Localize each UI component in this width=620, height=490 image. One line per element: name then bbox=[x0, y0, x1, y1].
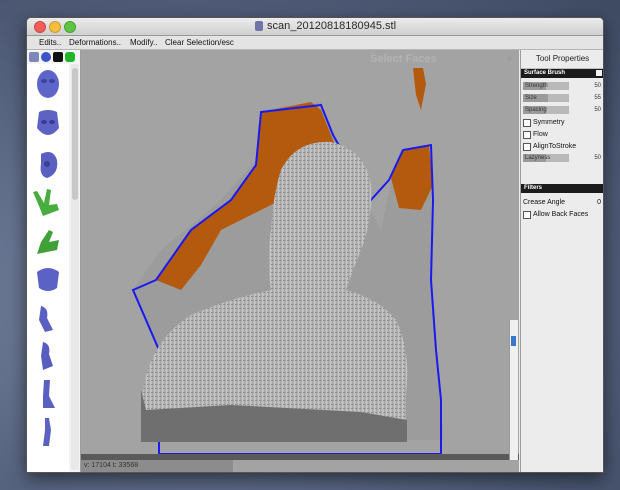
deformations-menu[interactable]: Deformations.. bbox=[69, 36, 121, 49]
brush-list-scrollbar[interactable] bbox=[71, 64, 79, 470]
allow-back-faces-check-box[interactable] bbox=[523, 211, 531, 219]
size-slider[interactable]: Size 55 bbox=[523, 94, 602, 102]
crease-angle-label: Crease Angle bbox=[523, 199, 566, 206]
figure-brush-icon[interactable] bbox=[31, 416, 65, 450]
spacing-label: Spacing bbox=[525, 107, 547, 113]
spacing-slider[interactable]: Spacing 50 bbox=[523, 106, 602, 114]
document-icon bbox=[255, 21, 263, 31]
status-bar: v: 17104 t: 33568 bbox=[81, 460, 233, 472]
figure-tab-icon[interactable] bbox=[29, 52, 39, 62]
tool-properties-panel: Tool Properties Surface Brush Strength 5… bbox=[520, 50, 603, 472]
clear-selection-button[interactable]: Clear Selection/esc bbox=[165, 36, 234, 49]
crease-angle-value: 0 bbox=[597, 199, 601, 206]
title-bar[interactable]: scan_20120818180945.stl bbox=[27, 18, 603, 36]
brush-toolbox bbox=[27, 50, 81, 472]
lazyness-slider[interactable]: Lazyness 50 bbox=[523, 154, 602, 162]
align-check-box[interactable] bbox=[523, 143, 531, 151]
select-faces-title: Select Faces bbox=[370, 53, 437, 65]
spacing-value: 50 bbox=[594, 107, 601, 113]
minimize-window-button[interactable] bbox=[49, 21, 61, 33]
sphere-tab-icon[interactable] bbox=[41, 52, 51, 62]
symmetry-check-box[interactable] bbox=[523, 119, 531, 127]
select-faces-panel[interactable]: Select Faces + bbox=[370, 52, 516, 66]
viewport-scrollbar[interactable] bbox=[509, 320, 518, 460]
flow-check-box[interactable] bbox=[523, 131, 531, 139]
size-label: Size bbox=[525, 95, 537, 101]
size-value: 55 bbox=[594, 95, 601, 101]
torso-brush-icon[interactable] bbox=[31, 262, 65, 296]
app-window: scan_20120818180945.stl Edits.. Deformat… bbox=[26, 17, 604, 473]
material-tab-icon[interactable] bbox=[53, 52, 63, 62]
hand-thumb-brush-icon[interactable] bbox=[31, 224, 65, 258]
hand-peace-brush-icon[interactable] bbox=[31, 186, 65, 220]
surface-brush-header[interactable]: Surface Brush bbox=[521, 69, 603, 78]
model-canvas[interactable] bbox=[81, 50, 519, 472]
crease-angle-row[interactable]: Crease Angle 0 bbox=[523, 198, 602, 207]
head-front-brush-icon[interactable] bbox=[31, 68, 65, 102]
strength-value: 50 bbox=[594, 83, 601, 89]
brush-list bbox=[27, 64, 69, 472]
zoom-window-button[interactable] bbox=[64, 21, 76, 33]
arm-brush-icon[interactable] bbox=[31, 302, 65, 336]
menu-bar: Edits.. Deformations.. Modify.. Clear Se… bbox=[27, 36, 603, 50]
window-title: scan_20120818180945.stl bbox=[267, 20, 397, 32]
expand-panel-button[interactable]: + bbox=[507, 52, 512, 66]
modify-menu[interactable]: Modify.. bbox=[130, 36, 157, 49]
3d-viewport[interactable]: Select Faces + v: 17104 t: 33568 bbox=[81, 50, 519, 472]
edits-menu[interactable]: Edits.. bbox=[39, 36, 61, 49]
strength-slider[interactable]: Strength 50 bbox=[523, 82, 602, 90]
pentagon-tab-icon[interactable] bbox=[65, 52, 75, 62]
close-window-button[interactable] bbox=[34, 21, 46, 33]
head-side-brush-icon[interactable] bbox=[31, 148, 65, 182]
lazyness-label: Lazyness bbox=[525, 155, 551, 161]
lazyness-value: 50 bbox=[594, 155, 601, 161]
face-mask-brush-icon[interactable] bbox=[31, 108, 65, 142]
foot-brush-icon[interactable] bbox=[31, 378, 65, 412]
brush-tabs bbox=[28, 51, 78, 63]
filters-header[interactable]: Filters bbox=[521, 184, 603, 193]
strength-label: Strength bbox=[525, 83, 548, 89]
leg-brush-icon[interactable] bbox=[31, 340, 65, 374]
tool-properties-title: Tool Properties bbox=[521, 50, 603, 69]
selected-faces-region-top bbox=[413, 68, 426, 110]
collapse-icon[interactable] bbox=[596, 70, 602, 76]
brush-list-scroll-thumb[interactable] bbox=[72, 68, 78, 200]
viewport-scroll-thumb[interactable] bbox=[511, 336, 516, 346]
